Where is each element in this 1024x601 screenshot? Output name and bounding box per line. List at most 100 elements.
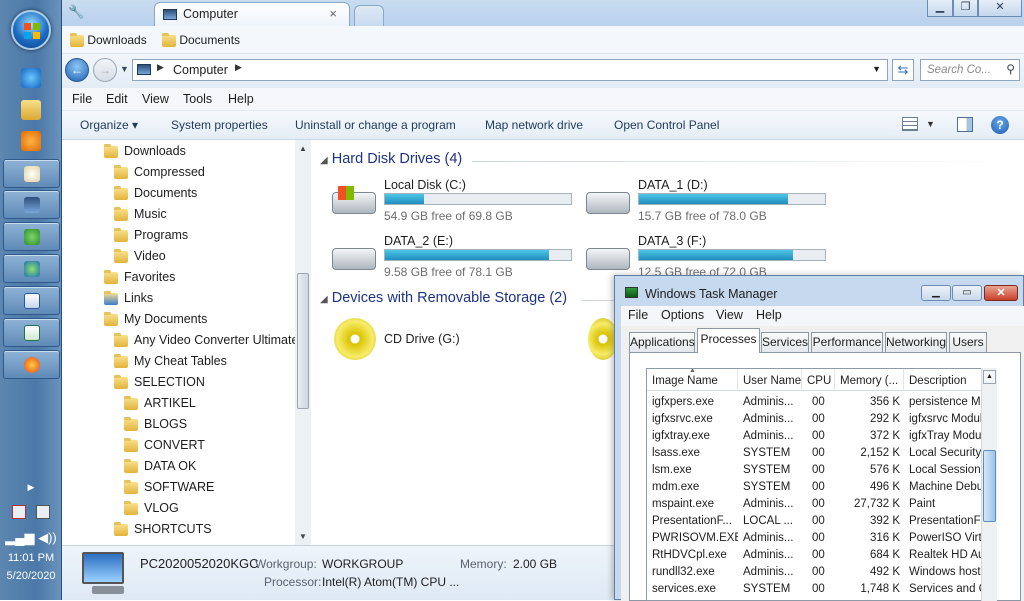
navigation-scrollbar[interactable]: ▲ ▼ <box>295 140 311 545</box>
tab-services[interactable]: Services <box>761 332 809 352</box>
taskbar-app-button[interactable] <box>3 222 60 251</box>
breadcrumb-arrow-icon[interactable]: ▶ <box>235 62 242 73</box>
back-button[interactable]: ← <box>65 58 89 82</box>
clock-time[interactable]: 11:01 PM <box>0 552 62 564</box>
view-options-chevron-icon[interactable]: ▼ <box>926 119 935 129</box>
process-row[interactable]: lsass.exe SYSTEM 00 2,152 K Local Security <box>647 445 995 462</box>
menu-file[interactable]: File <box>72 92 92 106</box>
process-row[interactable]: PresentationF... LOCAL ... 00 392 K Presenta… <box>647 513 995 530</box>
taskbar-paint-button[interactable] <box>3 159 60 188</box>
tree-item-shortcuts[interactable]: SHORTCUTS <box>114 519 212 540</box>
drive-e[interactable]: DATA_2 (E:) 9.58 GB free of 78.1 GB <box>330 234 580 289</box>
tree-item-convert[interactable]: CONVERT <box>124 435 205 456</box>
clock-date[interactable]: 5/20/2020 <box>0 570 62 582</box>
fav-downloads[interactable]: Downloads <box>70 32 147 47</box>
menu-view[interactable]: View <box>142 92 169 106</box>
maximize-button[interactable]: ❐ <box>953 0 978 17</box>
view-options-icon[interactable] <box>902 117 918 131</box>
taskbar-network-button[interactable] <box>3 254 60 283</box>
col-cpu[interactable]: CPU <box>802 369 835 391</box>
group-removable-storage[interactable]: ◢ Devices with Removable Storage (2) <box>320 290 567 306</box>
taskbar-excel-button[interactable] <box>3 318 60 347</box>
tree-item-music[interactable]: Music <box>114 204 167 225</box>
scroll-up-icon[interactable]: ▲ <box>983 370 996 384</box>
tree-item-compressed[interactable]: Compressed <box>114 162 205 183</box>
uninstall-program-button[interactable]: Uninstall or change a program <box>295 118 456 132</box>
preview-pane-icon[interactable] <box>957 117 973 132</box>
tab-networking[interactable]: Networking <box>885 332 947 352</box>
tree-item-favorites[interactable]: Favorites <box>104 267 175 288</box>
col-memory[interactable]: Memory (... <box>835 369 904 391</box>
col-description[interactable]: Description <box>904 369 984 391</box>
tree-item-my-cheat-tables[interactable]: My Cheat Tables <box>114 351 227 372</box>
process-row[interactable]: igfxsrvc.exe Adminis... 00 292 K igfxsrvc Mo… <box>647 411 995 428</box>
new-tab-button[interactable] <box>354 5 384 26</box>
tree-item-artikel[interactable]: ARTIKEL <box>124 393 196 414</box>
search-icon[interactable]: ⚲ <box>1006 62 1015 76</box>
process-row[interactable]: services.exe SYSTEM 00 1,748 K Services and … <box>647 581 995 598</box>
refresh-icon[interactable]: ⇆ <box>892 59 914 81</box>
breadcrumb[interactable]: Computer <box>173 63 228 77</box>
process-row[interactable]: RtHDVCpl.exe Adminis... 00 684 K Realtek HD … <box>647 547 995 564</box>
tree-item-documents[interactable]: Documents <box>114 183 197 204</box>
tm-menu-help[interactable]: Help <box>756 308 782 322</box>
media-player-icon[interactable] <box>21 131 41 151</box>
process-row[interactable]: mdm.exe SYSTEM 00 496 K Machine Debu <box>647 479 995 496</box>
tab-applications[interactable]: Applications <box>629 332 695 352</box>
menu-help[interactable]: Help <box>228 92 254 106</box>
tree-item-blogs[interactable]: BLOGS <box>124 414 187 435</box>
tree-item-vlog[interactable]: VLOG <box>124 498 179 519</box>
open-control-panel-button[interactable]: Open Control Panel <box>614 118 719 132</box>
drive-c[interactable]: Local Disk (C:) 54.9 GB free of 69.8 GB <box>330 178 580 233</box>
forward-button[interactable]: → <box>93 58 117 82</box>
tab-performance[interactable]: Performance <box>811 332 883 352</box>
process-row[interactable]: igfxtray.exe Adminis... 00 372 K igfxTray Mo… <box>647 428 995 445</box>
tm-minimize-button[interactable]: ▁ <box>921 285 951 301</box>
explorer-icon[interactable] <box>21 100 41 120</box>
tree-item-downloads[interactable]: Downloads <box>104 141 186 162</box>
close-button[interactable]: ✕ <box>978 0 1022 17</box>
menu-edit[interactable]: Edit <box>106 92 128 106</box>
search-field[interactable]: Search Co... ⚲ <box>920 59 1020 81</box>
address-dropdown-icon[interactable]: ▼ <box>872 64 881 74</box>
organize-button[interactable]: Organize ▾ <box>80 118 138 132</box>
process-row[interactable]: igfxpers.exe Adminis... 00 356 K persistence… <box>647 394 995 411</box>
cd-drive-g[interactable]: CD Drive (G:) <box>330 318 580 373</box>
tree-item-programs[interactable]: Programs <box>114 225 188 246</box>
fav-documents[interactable]: Documents <box>162 32 240 47</box>
scroll-down-icon[interactable]: ▼ <box>299 532 307 541</box>
tm-menu-file[interactable]: File <box>628 308 648 322</box>
history-chevron-icon[interactable]: ▼ <box>120 64 129 74</box>
tab-computer[interactable]: Computer × <box>154 2 350 26</box>
tree-item-selection[interactable]: SELECTION <box>114 372 205 393</box>
tm-menu-view[interactable]: View <box>716 308 743 322</box>
tree-item-video[interactable]: Video <box>114 246 166 267</box>
scrollbar-thumb[interactable] <box>983 450 996 522</box>
tree-item-any-video-converter[interactable]: Any Video Converter Ultimate <box>114 330 298 351</box>
tools-icon[interactable]: 🔧 <box>68 4 84 20</box>
system-properties-button[interactable]: System properties <box>171 118 268 132</box>
tray-icons[interactable] <box>0 505 62 522</box>
tm-maximize-button[interactable]: ▭ <box>952 285 982 301</box>
process-row[interactable]: mspaint.exe Adminis... 00 27,732 K Paint <box>647 496 995 513</box>
group-hard-disk-drives[interactable]: ◢ Hard Disk Drives (4) <box>320 151 462 167</box>
map-network-drive-button[interactable]: Map network drive <box>485 118 583 132</box>
tray-expand-icon[interactable]: ▶ <box>0 482 62 493</box>
taskbar-firefox-button[interactable] <box>3 350 60 379</box>
tab-users[interactable]: Users <box>949 332 987 352</box>
tree-item-software[interactable]: SOFTWARE <box>124 477 214 498</box>
process-list-scrollbar[interactable]: ▲ <box>981 368 997 601</box>
col-user-name[interactable]: User Name <box>738 369 802 391</box>
process-row[interactable]: PWRISOVM.EXE Adminis... 00 316 K PowerISO Vi… <box>647 530 995 547</box>
menu-tools[interactable]: Tools <box>183 92 212 106</box>
close-tab-icon[interactable]: × <box>329 6 337 21</box>
address-field[interactable]: ▶ Computer ▶ ▼ <box>132 59 888 81</box>
tree-item-links[interactable]: Links <box>104 288 153 309</box>
tm-close-button[interactable]: ✕ <box>984 285 1018 301</box>
scrollbar-thumb[interactable] <box>297 273 309 409</box>
tree-item-data-ok[interactable]: DATA OK <box>124 456 196 477</box>
scroll-up-icon[interactable]: ▲ <box>299 144 307 153</box>
taskbar-computer-button[interactable] <box>3 190 60 219</box>
internet-explorer-icon[interactable] <box>21 68 41 88</box>
tree-item-my-documents[interactable]: My Documents <box>104 309 207 330</box>
